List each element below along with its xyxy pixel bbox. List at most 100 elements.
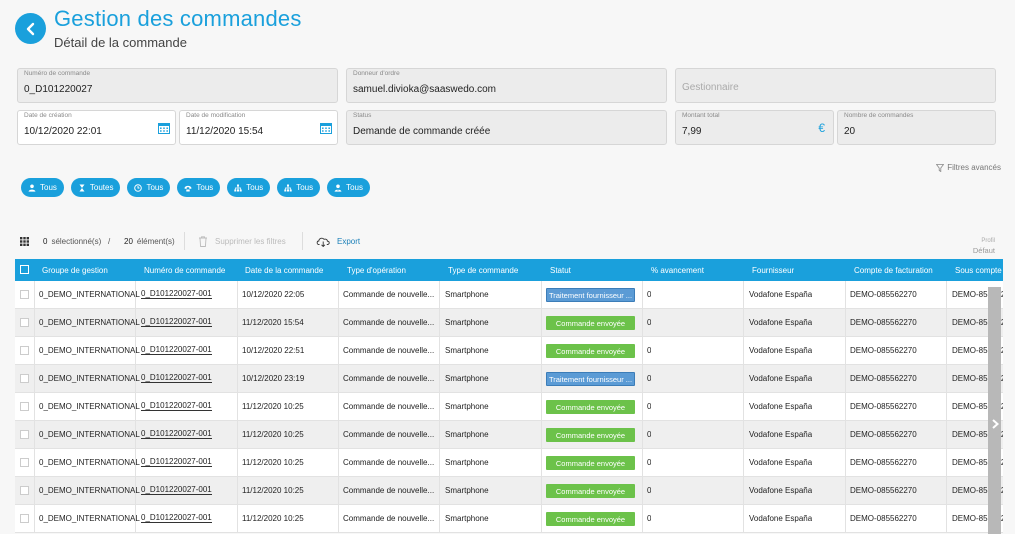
ordering-party-field[interactable]: Donneur d'ordre samuel.divioka@saaswedo.…: [346, 68, 667, 103]
order-count-field[interactable]: Nombre de commandes 20: [837, 110, 996, 145]
status-field[interactable]: Status Demande de commande créée: [346, 110, 667, 145]
clear-filters-button[interactable]: Supprimer les filtres: [198, 236, 286, 247]
column-divider: [439, 421, 440, 448]
table-row[interactable]: 0_DEMO_INTERNATIONAL 0_D101220027-001 11/1…: [15, 309, 1003, 337]
modification-date-field[interactable]: Date de modification 11/12/2020 15:54: [179, 110, 338, 145]
column-divider: [845, 393, 846, 420]
horizontal-scroll-overlay[interactable]: [988, 287, 1001, 534]
row-checkbox[interactable]: [20, 430, 29, 439]
total-amount-field[interactable]: Montant total 7,99 €: [675, 110, 834, 145]
row-checkbox[interactable]: [20, 402, 29, 411]
billing-account-cell: DEMO-085562270: [850, 402, 917, 411]
column-divider: [338, 477, 339, 504]
manager-field[interactable]: Gestionnaire: [675, 68, 996, 103]
order-number-link[interactable]: 0_D101220027-001: [141, 513, 212, 523]
table-row[interactable]: 0_DEMO_INTERNATIONAL 0_D101220027-001 11/1…: [15, 449, 1003, 477]
calendar-icon[interactable]: [158, 122, 170, 134]
export-button[interactable]: Export: [316, 236, 360, 247]
row-checkbox[interactable]: [20, 514, 29, 523]
supplier-cell: Vodafone España: [749, 486, 813, 495]
column-divider: [946, 421, 947, 448]
chip-clock[interactable]: Tous: [127, 178, 171, 197]
back-button[interactable]: [15, 13, 46, 44]
order-number-link[interactable]: 0_D101220027-001: [141, 485, 212, 495]
chevron-right-icon[interactable]: [990, 419, 1000, 429]
column-divider: [541, 505, 542, 532]
column-header[interactable]: Type de commande: [448, 266, 518, 275]
row-checkbox[interactable]: [20, 318, 29, 327]
select-all-checkbox[interactable]: [20, 265, 29, 274]
order-date-cell: 11/12/2020 10:25: [242, 458, 304, 467]
order-number-link[interactable]: 0_D101220027-001: [141, 401, 212, 411]
column-header[interactable]: Sous compte: [955, 266, 1002, 275]
chip-hierarchy-a[interactable]: Tous: [227, 178, 271, 197]
order-number-link[interactable]: 0_D101220027-001: [141, 345, 212, 355]
progress-cell: 0: [647, 346, 652, 355]
status-badge: Commande envoyée: [546, 400, 635, 414]
order-date-cell: 11/12/2020 10:25: [242, 486, 304, 495]
table-row[interactable]: 0_DEMO_INTERNATIONAL 0_D101220027-001 10/1…: [15, 365, 1003, 393]
chip-user[interactable]: Tous: [21, 178, 64, 197]
column-divider: [541, 365, 542, 392]
table-row[interactable]: 0_DEMO_INTERNATIONAL 0_D101220027-001 10/1…: [15, 337, 1003, 365]
column-divider: [34, 393, 35, 420]
table-row[interactable]: 0_DEMO_INTERNATIONAL 0_D101220027-001 10/1…: [15, 281, 1003, 309]
column-divider: [338, 309, 339, 336]
column-divider: [237, 421, 238, 448]
chip-hourglass[interactable]: Toutes: [70, 178, 121, 197]
status-value: Demande de commande créée: [353, 126, 491, 137]
total-count: 20: [124, 237, 133, 246]
page-subtitle: Détail de la commande: [54, 35, 187, 50]
column-header[interactable]: Fournisseur: [752, 266, 794, 275]
column-divider: [34, 365, 35, 392]
profile-selector[interactable]: Profil Défaut: [973, 236, 995, 256]
billing-account-cell: DEMO-085562270: [850, 486, 917, 495]
column-header[interactable]: Type d'opération: [347, 266, 406, 275]
modification-date-label: Date de modification: [186, 112, 246, 119]
row-checkbox[interactable]: [20, 346, 29, 355]
column-divider: [439, 337, 440, 364]
row-checkbox[interactable]: [20, 486, 29, 495]
table-row[interactable]: 0_DEMO_INTERNATIONAL 0_D101220027-001 11/1…: [15, 505, 1003, 533]
chip-label: Tous: [346, 183, 364, 192]
hierarchy-icon: [234, 184, 242, 191]
table-row[interactable]: 0_DEMO_INTERNATIONAL 0_D101220027-001 11/1…: [15, 477, 1003, 505]
order-date-cell: 11/12/2020 10:25: [242, 402, 304, 411]
column-header[interactable]: Date de la commande: [245, 266, 323, 275]
billing-account-cell: DEMO-085562270: [850, 458, 917, 467]
order-number-link[interactable]: 0_D101220027-001: [141, 317, 212, 327]
order-number-link[interactable]: 0_D101220027-001: [141, 457, 212, 467]
column-header[interactable]: Numéro de commande: [144, 266, 225, 275]
column-header[interactable]: Compte de facturation: [854, 266, 933, 275]
chip-user-tie[interactable]: Tous: [327, 178, 371, 197]
chip-phone[interactable]: Tous: [177, 178, 221, 197]
row-checkbox[interactable]: [20, 374, 29, 383]
table-row[interactable]: 0_DEMO_INTERNATIONAL 0_D101220027-001 11/1…: [15, 421, 1003, 449]
operation-type-cell: Commande de nouvelle...: [343, 430, 435, 439]
row-checkbox[interactable]: [20, 290, 29, 299]
order-number-link[interactable]: 0_D101220027-001: [141, 429, 212, 439]
chip-hierarchy-b[interactable]: Tous: [277, 178, 321, 197]
grid-menu-button[interactable]: [20, 237, 29, 246]
column-divider: [237, 449, 238, 476]
order-number-link[interactable]: 0_D101220027-001: [141, 289, 212, 299]
order-number-field[interactable]: Numéro de commande 0_D101220027: [17, 68, 338, 103]
row-checkbox[interactable]: [20, 458, 29, 467]
column-header[interactable]: Groupe de gestion: [42, 266, 108, 275]
advanced-filters-link[interactable]: Filtres avancés: [936, 163, 1001, 172]
export-label: Export: [337, 237, 361, 246]
order-date-cell: 11/12/2020 10:25: [242, 430, 304, 439]
creation-date-field[interactable]: Date de création 10/12/2020 22:01: [17, 110, 176, 145]
table-row[interactable]: 0_DEMO_INTERNATIONAL 0_D101220027-001 11/1…: [15, 393, 1003, 421]
column-divider: [946, 337, 947, 364]
column-header[interactable]: Statut: [550, 266, 571, 275]
column-divider: [439, 281, 440, 308]
group-cell: 0_DEMO_INTERNATIONAL: [39, 318, 140, 327]
clock-icon: [134, 183, 143, 192]
column-header[interactable]: % avancement: [651, 266, 704, 275]
order-number-link[interactable]: 0_D101220027-001: [141, 373, 212, 383]
calendar-icon[interactable]: [320, 122, 332, 134]
total-amount-label: Montant total: [682, 112, 720, 119]
column-divider: [642, 449, 643, 476]
column-divider: [541, 393, 542, 420]
